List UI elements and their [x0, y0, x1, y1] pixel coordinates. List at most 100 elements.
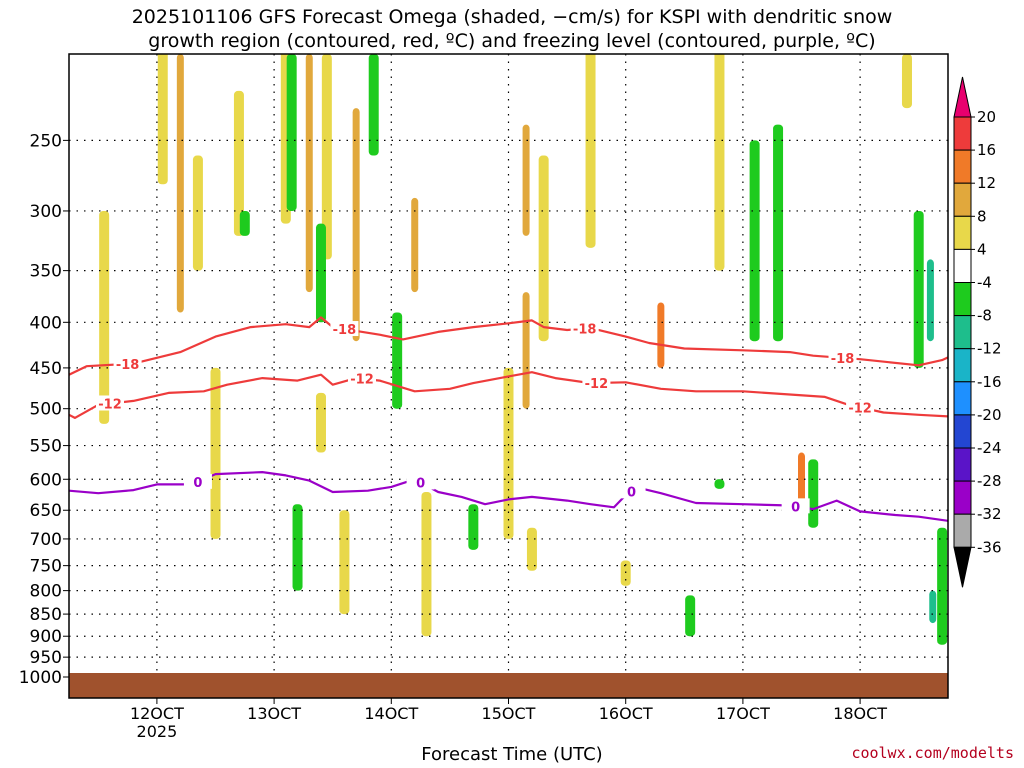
x-tick-label: 12OCT: [130, 704, 184, 723]
omega-cell: [798, 452, 805, 505]
y-tick-label: 350: [30, 262, 62, 282]
colorbar: 20 16 12 8 4 -4 -8 -12 -16 -20 -24 -28 -32 -36: [953, 76, 1002, 588]
omega-cell: [937, 527, 948, 645]
colorbar-segment: [953, 182, 972, 217]
contour-label: 0: [416, 476, 425, 491]
omega-cell: [315, 223, 326, 323]
omega-cell: [538, 155, 549, 342]
omega-cell: [305, 54, 313, 293]
omega-cell: [901, 54, 912, 109]
colorbar-label: 8: [977, 207, 987, 225]
y-tick-label: 950: [30, 648, 62, 668]
omega-cell: [239, 210, 250, 236]
contour-label: 0: [791, 500, 800, 515]
colorbar-label: -8: [977, 307, 992, 325]
colorbar-label: -28: [977, 472, 1002, 490]
contour-label: -18: [116, 358, 140, 373]
colorbar-segment: [953, 414, 972, 449]
colorbar-segment: [953, 447, 972, 482]
colorbar-label: 16: [977, 141, 996, 159]
y-tick-label: 250: [30, 131, 62, 151]
colorbar-segment: [953, 513, 972, 548]
colorbar-segment: [953, 480, 972, 515]
contour-label: -12: [350, 373, 374, 388]
colorbar-label: 4: [977, 240, 987, 258]
omega-cell: [286, 54, 297, 211]
x-tick-label: 15OCT: [482, 704, 536, 723]
omega-cell: [339, 510, 350, 615]
omega-cell: [315, 392, 326, 453]
omega-cell: [210, 367, 221, 539]
y-tick-label: 1000: [19, 668, 62, 688]
omega-cell: [522, 124, 530, 236]
omega-cell: [773, 124, 784, 342]
y-tick-label: 450: [30, 359, 62, 379]
contour-label: 0: [627, 485, 636, 500]
x-tick-label: 13OCT: [247, 704, 301, 723]
y-tick-label: 850: [30, 605, 62, 625]
y-tick-label: 500: [30, 400, 62, 420]
omega-cell: [585, 54, 596, 248]
y-tick-label: 300: [30, 202, 62, 222]
colorbar-segment: [953, 282, 972, 317]
colorbar-label: -16: [977, 373, 1002, 391]
omega-cell: [192, 155, 203, 271]
y-tick-label: 650: [30, 501, 62, 521]
omega-cell: [714, 479, 725, 489]
credit-text: coolwx.com/modelts: [851, 744, 1014, 762]
x-tick-sublabel: 2025: [137, 722, 178, 741]
contour-label: -12: [98, 397, 122, 412]
colorbar-label: -32: [977, 505, 1002, 523]
omega-cell: [176, 54, 184, 313]
colorbar-label: -20: [977, 406, 1002, 424]
y-tick-label: 800: [30, 582, 62, 602]
colorbar-bottom-arrow: [953, 546, 972, 588]
omega-cell: [292, 504, 303, 591]
colorbar-segment: [953, 215, 972, 250]
y-tick-label: 600: [30, 470, 62, 490]
contour-label: 0: [193, 476, 202, 491]
colorbar-segment: [953, 315, 972, 350]
contour-label: -12: [848, 401, 872, 416]
omega-cell: [714, 54, 725, 271]
colorbar-label: -4: [977, 274, 992, 292]
contour-label: -18: [831, 352, 855, 367]
colorbar-label: -36: [977, 538, 1002, 556]
colorbar-segment: [953, 348, 972, 383]
colorbar-segment: [953, 248, 972, 283]
x-axis-ticks: 12OCT2025 13OCT 14OCT 15OCT 16OCT 17OCT 18OCT: [130, 698, 887, 741]
y-tick-label: 700: [30, 530, 62, 550]
omega-cell: [913, 210, 924, 368]
contour-label: -12: [585, 377, 609, 392]
contour-label: -18: [573, 323, 597, 338]
omega-cell: [657, 302, 665, 368]
omega-cell: [468, 504, 479, 550]
x-tick-label: 14OCT: [364, 704, 418, 723]
colorbar-label: 12: [977, 174, 996, 192]
y-tick-label: 750: [30, 557, 62, 577]
chart-page: 2025101106 GFS Forecast Omega (shaded, −…: [0, 0, 1024, 768]
omega-cell: [99, 210, 110, 424]
omega-cell: [503, 367, 514, 539]
omega-cell: [929, 590, 937, 624]
y-tick-label: 900: [30, 627, 62, 647]
colorbar-segment: [953, 381, 972, 416]
colorbar-segment: [953, 116, 972, 151]
omega-cell: [352, 108, 360, 342]
colorbar-label: -12: [977, 340, 1002, 358]
omega-cell: [685, 595, 696, 637]
colorbar-label: 20: [977, 108, 996, 126]
ground-fill: [69, 673, 948, 698]
omega-cell: [411, 197, 419, 293]
omega-cell: [392, 312, 403, 409]
colorbar-label: -24: [977, 439, 1002, 457]
x-tick-label: 18OCT: [833, 704, 887, 723]
y-tick-label: 400: [30, 313, 62, 333]
omega-cell: [526, 527, 537, 571]
y-tick-label: 550: [30, 437, 62, 457]
omega-cell: [157, 54, 168, 185]
ground-layer: [69, 673, 948, 698]
colorbar-segment: [953, 149, 972, 184]
x-tick-label: 16OCT: [599, 704, 653, 723]
omega-cell: [808, 459, 819, 528]
